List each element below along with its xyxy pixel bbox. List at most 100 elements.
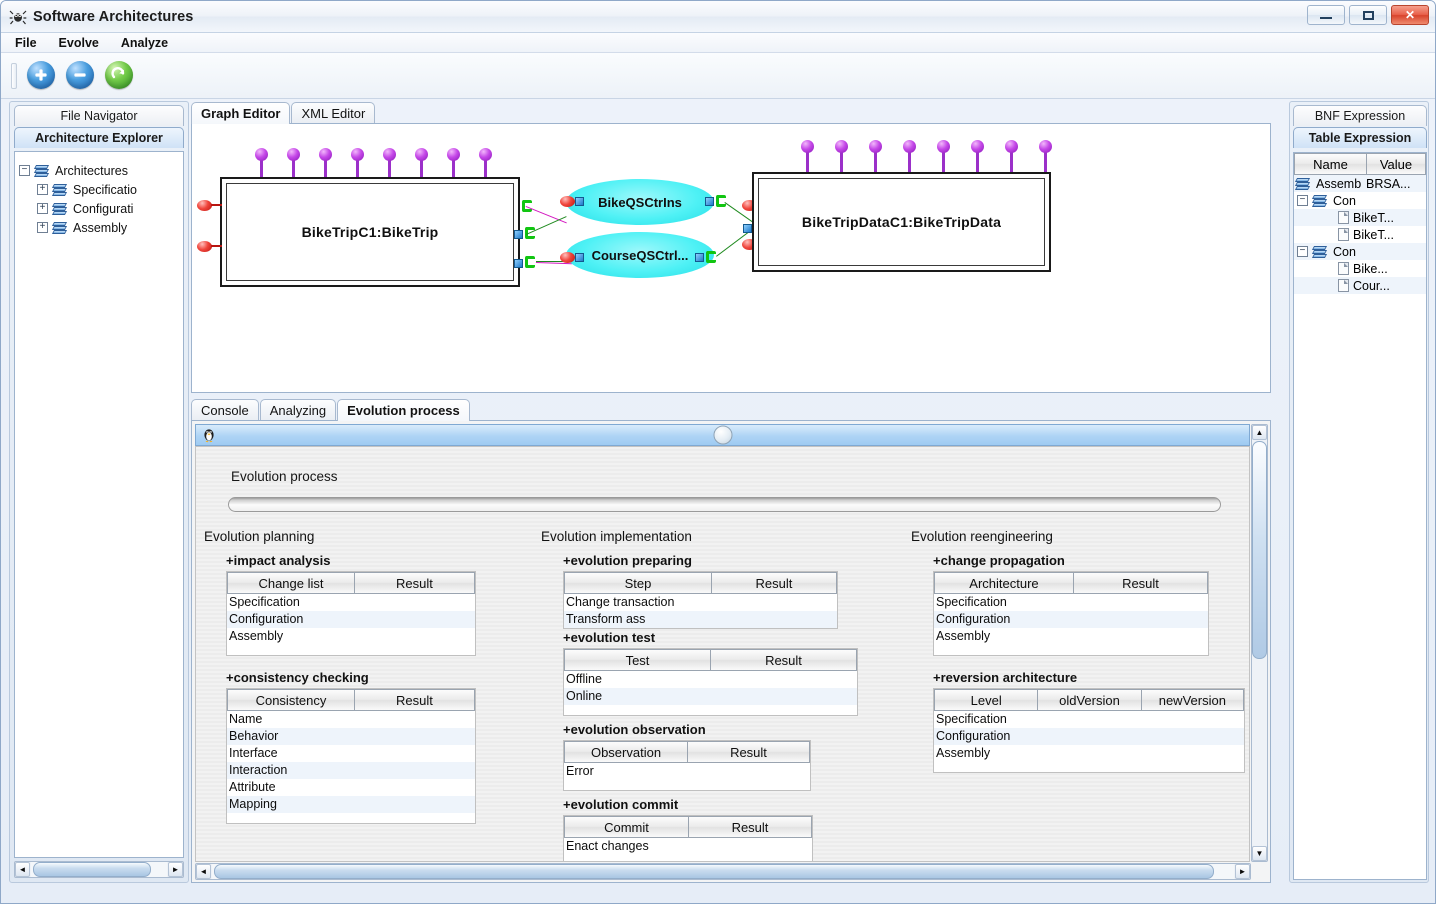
scroll-left-arrow-icon[interactable]: ◄ (196, 864, 211, 879)
scroll-thumb[interactable] (214, 864, 1214, 879)
interface-port-icon[interactable] (743, 224, 752, 233)
interface-port-icon[interactable] (705, 197, 714, 206)
tree-node-architectures[interactable]: − Architectures (15, 161, 183, 180)
column-header-name[interactable]: Name (1294, 153, 1366, 175)
table-row[interactable]: Name (227, 711, 475, 728)
table-row[interactable]: BikeT... (1294, 226, 1426, 243)
table-change-propagation[interactable]: Architecture Result Specification Config… (933, 571, 1209, 656)
table-row[interactable]: Assembly (227, 628, 475, 645)
column-header-test[interactable]: Test (564, 649, 710, 671)
table-evolution-test[interactable]: Test Result Offline Online (563, 648, 858, 716)
evolution-panel-vertical-scrollbar[interactable]: ▲ ▼ (1251, 424, 1268, 862)
tab-analyzing[interactable]: Analyzing (259, 399, 337, 421)
collapse-icon[interactable]: − (1297, 246, 1308, 257)
menu-item-file[interactable]: File (15, 36, 37, 50)
column-header-step[interactable]: Step (564, 572, 711, 594)
tab-evolution-process[interactable]: Evolution process (337, 399, 470, 421)
column-header-oldversion[interactable]: oldVersion (1037, 689, 1141, 711)
tab-architecture-explorer[interactable]: Architecture Explorer (14, 127, 184, 148)
required-port-icon[interactable] (197, 200, 212, 211)
tab-graph-editor[interactable]: Graph Editor (191, 102, 291, 124)
table-row[interactable]: Configuration (934, 611, 1208, 628)
tree-node-configuration[interactable]: + Configurati (15, 199, 183, 218)
column-header-result[interactable]: Result (353, 689, 475, 711)
menu-item-analyze[interactable]: Analyze (121, 36, 168, 50)
minimize-button[interactable] (1307, 5, 1345, 25)
table-expression-table[interactable]: Name Value Assemb BRSA... − Con BikeT...… (1293, 152, 1427, 880)
column-header-commit[interactable]: Commit (564, 816, 688, 838)
column-header-value[interactable]: Value (1366, 153, 1426, 175)
left-panel-horizontal-scrollbar[interactable]: ◄ ► (14, 861, 184, 878)
table-row[interactable]: Enact changes (564, 838, 812, 855)
pin-icon[interactable] (869, 140, 882, 153)
column-header-result[interactable]: Result (688, 816, 812, 838)
connector-bikeqsctrins[interactable]: BikeQSCtrIns (566, 179, 714, 225)
tab-bnf-expression[interactable]: BNF Expression (1293, 105, 1427, 126)
table-row[interactable]: Interaction (227, 762, 475, 779)
table-impact-analysis[interactable]: Change list Result Specification Configu… (226, 571, 476, 656)
table-evolution-commit[interactable]: Commit Result Enact changes (563, 815, 813, 861)
table-row[interactable]: Transform ass (564, 611, 837, 628)
table-reversion-architecture[interactable]: Level oldVersion newVersion Specificatio… (933, 688, 1245, 773)
table-row[interactable]: Change transaction (564, 594, 837, 611)
provided-port-icon[interactable] (706, 251, 716, 263)
pin-icon[interactable] (971, 140, 984, 153)
toolbar-grip[interactable] (11, 62, 17, 89)
pin-icon[interactable] (479, 148, 492, 161)
table-row[interactable]: − Con (1294, 192, 1426, 209)
table-row[interactable]: Configuration (227, 611, 475, 628)
pin-icon[interactable] (835, 140, 848, 153)
pin-icon[interactable] (383, 148, 396, 161)
table-row[interactable]: Attribute (227, 779, 475, 796)
table-row[interactable]: Assembly (934, 628, 1208, 645)
table-row[interactable]: Specification (934, 711, 1244, 728)
table-row[interactable]: Bike... (1294, 260, 1426, 277)
column-header-result[interactable]: Result (710, 572, 837, 594)
window-drag-knob[interactable] (713, 425, 732, 445)
scroll-left-arrow-icon[interactable]: ◄ (15, 862, 30, 877)
pin-icon[interactable] (287, 148, 300, 161)
tree-node-assembly[interactable]: + Assembly (15, 218, 183, 237)
table-row[interactable]: Specification (227, 594, 475, 611)
interface-port-icon[interactable] (695, 253, 704, 262)
table-row[interactable]: Assembly (934, 745, 1244, 762)
evolution-panel-horizontal-scrollbar[interactable]: ◄ ► (195, 863, 1251, 880)
pin-icon[interactable] (447, 148, 460, 161)
table-evolution-observation[interactable]: Observation Result Error (563, 740, 811, 791)
pin-icon[interactable] (319, 148, 332, 161)
column-header-result[interactable]: Result (710, 649, 857, 671)
tab-file-navigator[interactable]: File Navigator (14, 105, 184, 126)
scroll-thumb[interactable] (1252, 441, 1267, 659)
maximize-button[interactable] (1349, 5, 1387, 25)
required-port-icon[interactable] (560, 196, 575, 207)
table-row[interactable]: Assemb BRSA... (1294, 175, 1426, 192)
table-row[interactable]: Specification (934, 594, 1208, 611)
scroll-up-arrow-icon[interactable]: ▲ (1252, 425, 1267, 440)
pin-icon[interactable] (903, 140, 916, 153)
menu-item-evolve[interactable]: Evolve (59, 36, 99, 50)
tab-console[interactable]: Console (191, 399, 259, 421)
scroll-track[interactable] (212, 864, 1234, 879)
pin-icon[interactable] (415, 148, 428, 161)
component-biketrip[interactable]: BikeTripC1:BikeTrip (220, 177, 520, 287)
connector-courseqsctrl[interactable]: CourseQSCtrl... (566, 232, 714, 278)
scroll-right-arrow-icon[interactable]: ► (1235, 864, 1250, 879)
column-header-newversion[interactable]: newVersion (1140, 689, 1244, 711)
table-row[interactable]: Online (564, 688, 857, 705)
remove-button[interactable] (66, 60, 96, 91)
column-header-result[interactable]: Result (687, 741, 810, 763)
table-row[interactable]: Interface (227, 745, 475, 762)
column-header-level[interactable]: Level (934, 689, 1038, 711)
interface-port-icon[interactable] (575, 197, 584, 206)
scroll-down-arrow-icon[interactable]: ▼ (1252, 846, 1267, 861)
table-row[interactable]: Mapping (227, 796, 475, 813)
pin-icon[interactable] (1039, 140, 1052, 153)
scroll-right-arrow-icon[interactable]: ► (168, 862, 183, 877)
column-header-architecture[interactable]: Architecture (934, 572, 1073, 594)
column-header-consistency[interactable]: Consistency (227, 689, 354, 711)
collapse-icon[interactable]: − (19, 165, 30, 176)
expand-icon[interactable]: + (37, 222, 48, 233)
required-port-icon[interactable] (197, 241, 212, 252)
column-header-observation[interactable]: Observation (564, 741, 687, 763)
table-consistency-checking[interactable]: Consistency Result Name Behavior Interfa… (226, 688, 476, 824)
